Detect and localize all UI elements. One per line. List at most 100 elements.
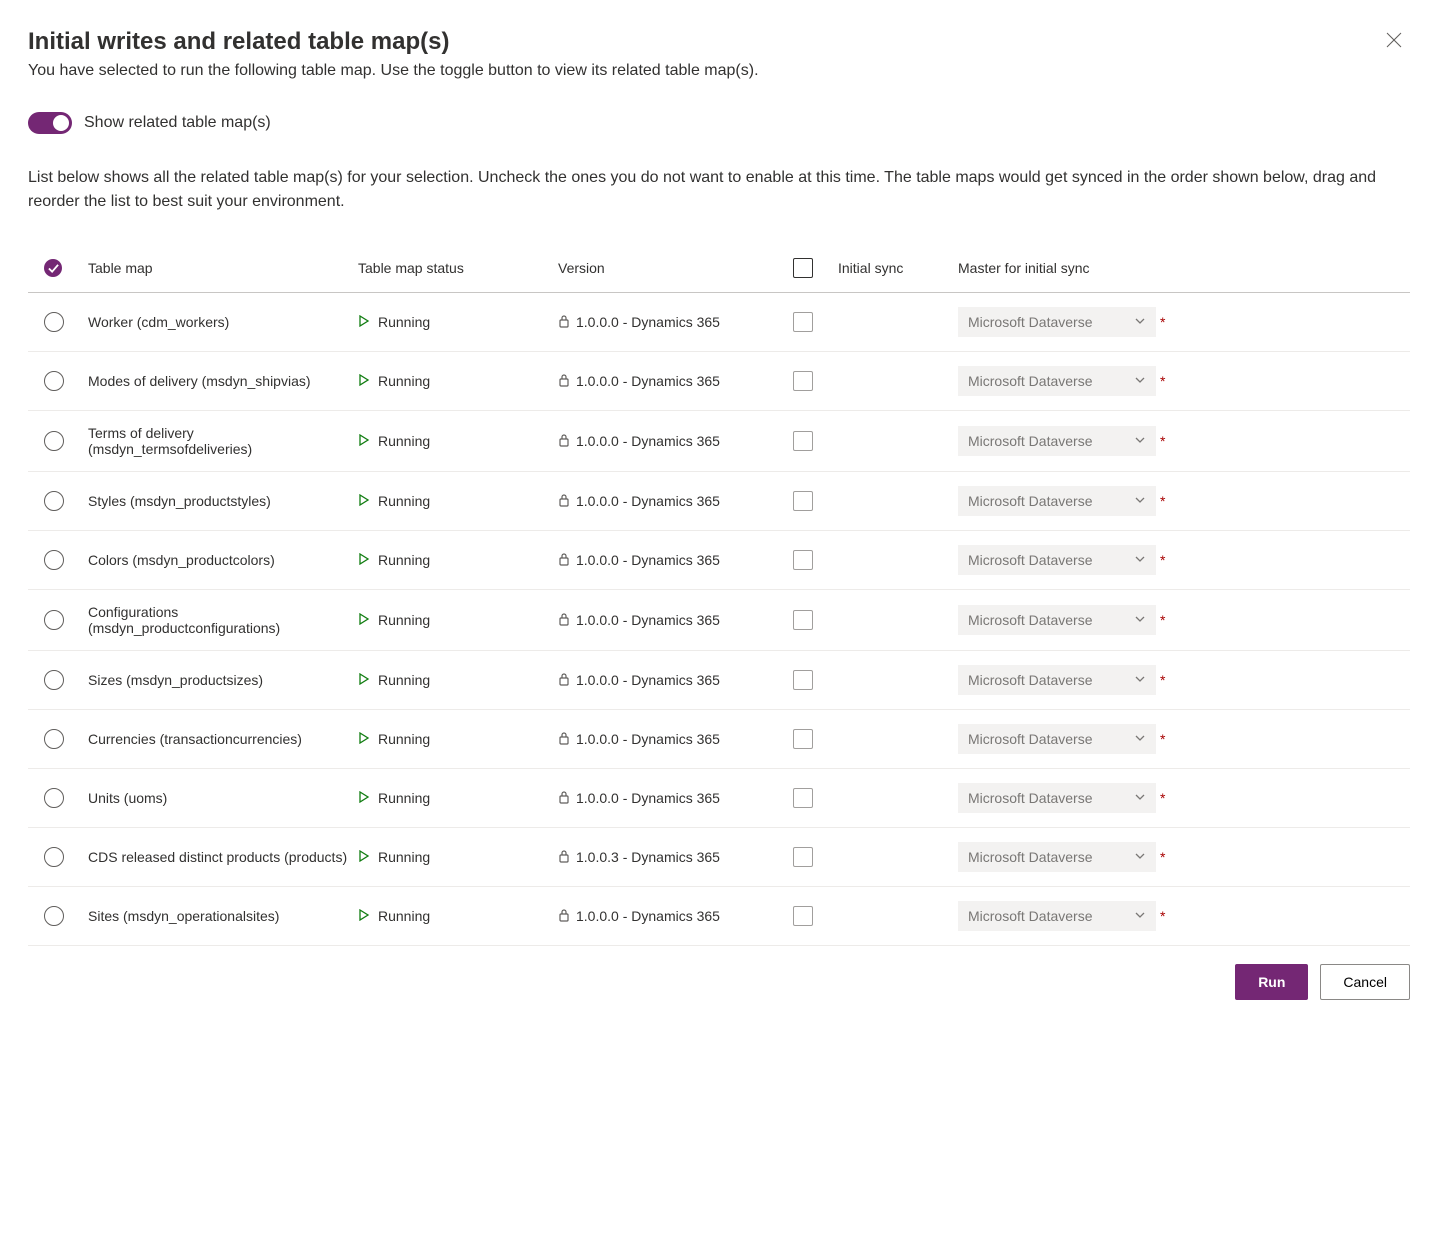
table-row[interactable]: Configurations (msdyn_productconfigurati… [28,590,1410,651]
master-select-value: Microsoft Dataverse [968,493,1092,509]
chevron-down-icon [1134,908,1146,924]
lock-icon [558,612,570,629]
lock-icon [558,908,570,925]
initial-sync-checkbox[interactable] [793,670,813,690]
row-select-radio[interactable] [44,906,64,926]
master-select-value: Microsoft Dataverse [968,552,1092,568]
row-select-radio[interactable] [44,610,64,630]
chevron-down-icon [1134,314,1146,330]
status-text: Running [378,373,430,389]
version-text: 1.0.0.3 - Dynamics 365 [576,849,720,865]
table-row[interactable]: Worker (cdm_workers) Running 1.0.0.0 - D… [28,293,1410,352]
master-select[interactable]: Microsoft Dataverse [958,486,1156,516]
play-icon [358,552,370,568]
initial-sync-checkbox[interactable] [793,788,813,808]
master-select[interactable]: Microsoft Dataverse [958,901,1156,931]
required-asterisk: * [1160,672,1168,688]
initial-sync-checkbox[interactable] [793,729,813,749]
column-header-initial-sync[interactable]: Initial sync [838,260,958,276]
initial-sync-checkbox[interactable] [793,491,813,511]
required-asterisk: * [1160,612,1168,628]
status-text: Running [378,612,430,628]
chevron-down-icon [1134,493,1146,509]
table-map-name: Worker (cdm_workers) [88,314,358,330]
initial-sync-checkbox[interactable] [793,847,813,867]
column-header-table-map[interactable]: Table map [88,260,358,276]
status-text: Running [378,849,430,865]
master-select[interactable]: Microsoft Dataverse [958,842,1156,872]
master-select[interactable]: Microsoft Dataverse [958,545,1156,575]
table-map-name: Sizes (msdyn_productsizes) [88,672,358,688]
master-select-value: Microsoft Dataverse [968,908,1092,924]
close-button[interactable] [1378,28,1410,57]
close-icon [1386,32,1402,52]
initial-sync-checkbox[interactable] [793,550,813,570]
table-row[interactable]: Styles (msdyn_productstyles) Running 1.0… [28,472,1410,531]
initial-sync-checkbox[interactable] [793,610,813,630]
row-select-radio[interactable] [44,431,64,451]
version-text: 1.0.0.0 - Dynamics 365 [576,731,720,747]
version-text: 1.0.0.0 - Dynamics 365 [576,790,720,806]
master-select-value: Microsoft Dataverse [968,314,1092,330]
toggle-thumb [53,115,69,131]
table-row[interactable]: CDS released distinct products (products… [28,828,1410,887]
row-select-radio[interactable] [44,550,64,570]
page-subtitle: You have selected to run the following t… [28,62,759,80]
table-row[interactable]: Modes of delivery (msdyn_shipvias) Runni… [28,352,1410,411]
chevron-down-icon [1134,373,1146,389]
version-text: 1.0.0.0 - Dynamics 365 [576,552,720,568]
row-select-radio[interactable] [44,847,64,867]
select-all-checkmark-icon[interactable] [44,259,62,277]
initial-sync-checkbox[interactable] [793,431,813,451]
table-row[interactable]: Currencies (transactioncurrencies) Runni… [28,710,1410,769]
initial-sync-checkbox[interactable] [793,312,813,332]
table-description: List below shows all the related table m… [28,166,1410,214]
initial-sync-checkbox[interactable] [793,906,813,926]
table-row[interactable]: Terms of delivery (msdyn_termsofdeliveri… [28,411,1410,472]
column-header-version[interactable]: Version [558,260,768,276]
run-button[interactable]: Run [1235,964,1308,1000]
master-select[interactable]: Microsoft Dataverse [958,665,1156,695]
master-select-value: Microsoft Dataverse [968,612,1092,628]
play-icon [358,849,370,865]
play-icon [358,731,370,747]
lock-icon [558,849,570,866]
status-text: Running [378,908,430,924]
column-header-status[interactable]: Table map status [358,260,558,276]
row-select-radio[interactable] [44,788,64,808]
play-icon [358,314,370,330]
required-asterisk: * [1160,790,1168,806]
initial-sync-select-all-checkbox[interactable] [793,258,813,278]
cancel-button[interactable]: Cancel [1320,964,1410,1000]
master-select[interactable]: Microsoft Dataverse [958,783,1156,813]
chevron-down-icon [1134,790,1146,806]
table-row[interactable]: Units (uoms) Running 1.0.0.0 - Dynamics … [28,769,1410,828]
row-select-radio[interactable] [44,491,64,511]
table-row[interactable]: Sizes (msdyn_productsizes) Running 1.0.0… [28,651,1410,710]
master-select[interactable]: Microsoft Dataverse [958,724,1156,754]
master-select[interactable]: Microsoft Dataverse [958,426,1156,456]
lock-icon [558,493,570,510]
initial-sync-checkbox[interactable] [793,371,813,391]
dialog-footer: Run Cancel [28,964,1410,1000]
table-row[interactable]: Sites (msdyn_operationalsites) Running 1… [28,887,1410,946]
table-row[interactable]: Colors (msdyn_productcolors) Running 1.0… [28,531,1410,590]
show-related-toggle[interactable] [28,112,72,134]
row-select-radio[interactable] [44,312,64,332]
play-icon [358,790,370,806]
row-select-radio[interactable] [44,729,64,749]
master-select[interactable]: Microsoft Dataverse [958,366,1156,396]
row-select-radio[interactable] [44,670,64,690]
version-text: 1.0.0.0 - Dynamics 365 [576,493,720,509]
master-select-value: Microsoft Dataverse [968,672,1092,688]
master-select[interactable]: Microsoft Dataverse [958,605,1156,635]
required-asterisk: * [1160,731,1168,747]
chevron-down-icon [1134,433,1146,449]
required-asterisk: * [1160,849,1168,865]
master-select[interactable]: Microsoft Dataverse [958,307,1156,337]
version-text: 1.0.0.0 - Dynamics 365 [576,908,720,924]
table-map-name: Configurations (msdyn_productconfigurati… [88,604,358,636]
row-select-radio[interactable] [44,371,64,391]
toggle-label: Show related table map(s) [84,114,271,132]
column-header-master[interactable]: Master for initial sync [958,260,1168,276]
